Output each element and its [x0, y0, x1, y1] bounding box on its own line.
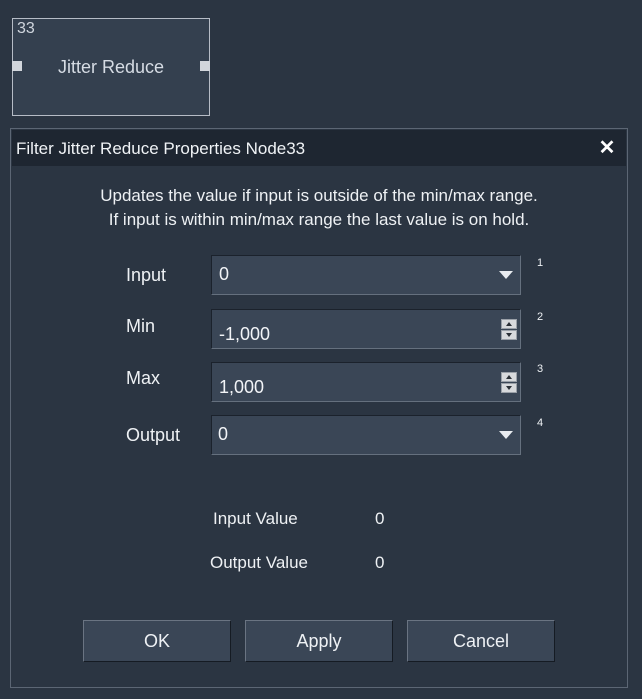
max-label: Max: [126, 368, 161, 388]
output-combobox-value: 0: [218, 424, 229, 444]
output-port-number: 4: [537, 417, 544, 429]
dialog-title: Filter Jitter Reduce Properties Node33: [16, 139, 306, 158]
output-label: Output: [126, 425, 181, 445]
chevron-down-icon[interactable]: [494, 258, 518, 292]
properties-dialog: Filter Jitter Reduce Properties Node33 ✕…: [10, 128, 628, 688]
max-stepper-value: 1,000: [219, 377, 265, 397]
node-id-label: 33: [17, 20, 35, 37]
description-line-2: If input is within min/max range the las…: [108, 210, 530, 229]
max-port-number: 3: [537, 363, 544, 375]
output-value-label: Output Value: [210, 553, 308, 572]
cancel-button[interactable]: Cancel: [407, 620, 555, 662]
min-label: Min: [126, 316, 156, 336]
node-output-port[interactable]: [200, 61, 210, 71]
min-decrement-icon[interactable]: [501, 330, 517, 340]
output-value-readout: 0: [375, 553, 385, 572]
min-stepper-value: -1,000: [219, 324, 271, 344]
chevron-down-icon[interactable]: [494, 418, 518, 452]
min-stepper[interactable]: -1,000: [211, 309, 521, 349]
max-stepper[interactable]: 1,000: [211, 362, 521, 402]
min-increment-icon[interactable]: [501, 319, 517, 329]
input-port-number: 1: [537, 257, 544, 269]
input-label: Input: [126, 265, 167, 285]
min-port-number: 2: [537, 311, 544, 323]
output-combobox[interactable]: 0: [211, 415, 521, 455]
description-line-1: Updates the value if input is outside of…: [100, 186, 538, 205]
input-value-readout: 0: [375, 509, 385, 528]
ok-button[interactable]: OK: [83, 620, 231, 662]
jitter-reduce-node[interactable]: 33 Jitter Reduce: [12, 18, 210, 116]
input-value-label: Input Value: [213, 509, 298, 528]
input-combobox[interactable]: 0: [211, 255, 521, 295]
close-icon[interactable]: ✕: [598, 138, 616, 158]
max-decrement-icon[interactable]: [501, 383, 517, 393]
max-increment-icon[interactable]: [501, 372, 517, 382]
apply-button[interactable]: Apply: [245, 620, 393, 662]
max-spin-buttons: [501, 372, 517, 394]
input-combobox-value: 0: [219, 264, 230, 284]
node-title: Jitter Reduce: [57, 57, 165, 77]
dialog-titlebar[interactable]: Filter Jitter Reduce Properties Node33 ✕: [12, 130, 626, 166]
min-spin-buttons: [501, 319, 517, 341]
